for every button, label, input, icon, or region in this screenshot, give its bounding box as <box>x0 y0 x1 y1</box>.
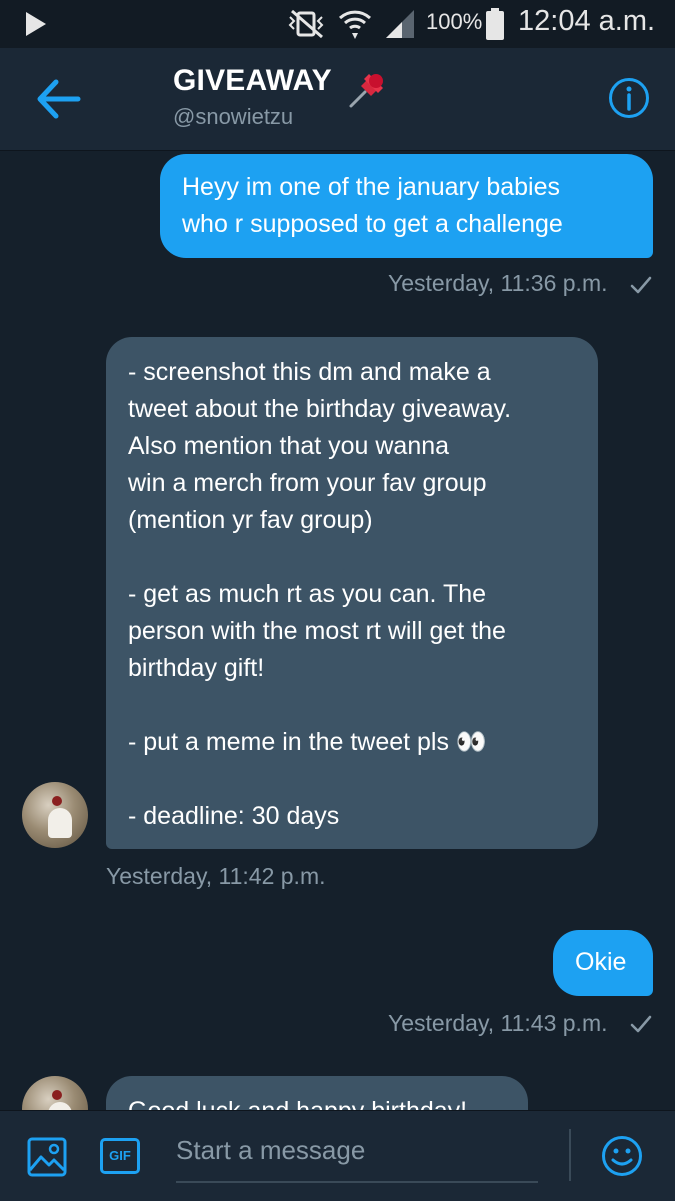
avatar[interactable] <box>22 782 88 848</box>
status-bar: 100% 12:04 a.m. <box>0 0 675 48</box>
message-bubble-incoming[interactable]: - screenshot this dm and make a tweet ab… <box>106 337 598 849</box>
message-text: - screenshot this dm and make a tweet ab… <box>128 358 512 830</box>
image-icon[interactable] <box>27 1137 67 1177</box>
pushpin-icon <box>349 74 383 108</box>
read-check-icon <box>630 276 652 294</box>
message-timestamp: Yesterday, 11:36 p.m. <box>388 270 608 296</box>
emoji-icon[interactable] <box>601 1135 643 1177</box>
message-timestamp: Yesterday, 11:42 p.m. <box>106 863 326 889</box>
conversation-title[interactable]: GIVEAWAY <box>173 64 332 98</box>
info-icon[interactable] <box>608 77 650 119</box>
conversation-handle[interactable]: @snowietzu <box>173 104 293 130</box>
message-text: Heyy im one of the january babies who r … <box>182 173 563 238</box>
gif-button[interactable]: GIF <box>100 1138 140 1174</box>
message-input[interactable]: Start a message <box>176 1131 538 1183</box>
message-bubble-outgoing[interactable]: Heyy im one of the january babies who r … <box>160 154 653 258</box>
message-timestamp: Yesterday, 11:43 p.m. <box>388 1010 608 1036</box>
battery-level: 100% <box>426 9 483 34</box>
mute-vibrate-icon <box>288 9 324 39</box>
message-composer: GIF Start a message <box>0 1110 675 1201</box>
battery-icon <box>486 8 504 40</box>
wifi-icon <box>338 10 372 39</box>
clock: 12:04 a.m. <box>518 5 656 37</box>
message-bubble-outgoing[interactable]: Okie <box>553 930 653 996</box>
play-store-icon <box>26 12 46 36</box>
message-text: Okie <box>575 948 627 976</box>
composer-divider <box>569 1129 571 1181</box>
conversation-header: GIVEAWAY @snowietzu <box>0 48 675 151</box>
back-arrow-icon[interactable] <box>32 78 84 120</box>
read-check-icon <box>630 1015 652 1033</box>
signal-icon <box>386 10 414 38</box>
